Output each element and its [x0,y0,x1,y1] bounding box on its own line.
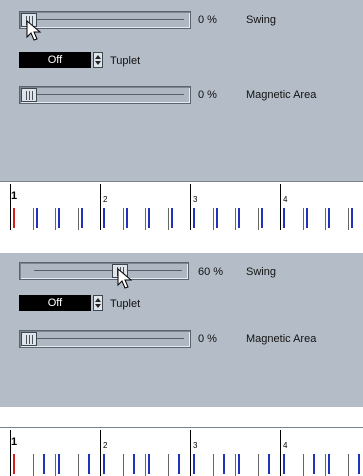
quantize-grid-point [283,208,285,228]
quantize-grid-point [351,208,353,228]
quantize-grid-point [328,454,330,474]
ruler-grid-svg [10,184,353,230]
swing-label: Swing [246,266,276,278]
swing-slider-track-line [34,270,182,271]
magnetic-area-slider-thumb[interactable] [21,332,37,346]
spin-up-icon[interactable] [95,55,101,59]
spin-down-icon[interactable] [95,61,101,65]
bar-number: 3 [193,441,198,450]
swing-percent: 0 % [198,14,217,26]
swing-percent: 60 % [198,266,224,278]
quantize-grid-point [171,208,173,228]
quantize-grid-point [88,454,90,474]
quantize-grid-point [306,208,308,228]
quantize-grid-point [103,454,105,474]
quantize-grid-point [103,208,105,228]
ruler-grid-svg [10,430,360,476]
quantize-panel-before: 0 % Swing Off Tuplet 0 % Magnetic Area [0,0,363,181]
magnetic-area-percent: 0 % [198,333,217,345]
mouse-pointer-icon [117,268,133,289]
quantize-grid-ruler-before: 1 2 3 4 [0,181,363,230]
quantize-grid-point [223,454,225,474]
spin-up-icon[interactable] [95,298,101,302]
quantize-grid-point [148,208,150,228]
tuplet-spinner[interactable] [93,52,103,68]
quantize-grid-point [193,208,195,228]
bar-number: 2 [103,195,108,204]
swing-slider[interactable] [19,11,191,29]
quantize-grid-point [313,454,315,474]
quantize-grid-point [148,454,150,474]
quantize-grid-point [193,454,195,474]
bar-number: 1 [11,190,18,202]
quantize-grid-point [36,208,38,228]
quantize-grid-point [43,454,45,474]
swing-slider-track-line [34,19,184,20]
quantize-grid-point [58,454,60,474]
quantize-panel-after: 60 % Swing Off Tuplet 0 % Magnetic Area [0,253,363,407]
tuplet-spinner[interactable] [93,295,103,311]
tuplet-select[interactable]: Off [19,295,91,311]
tuplet-label: Tuplet [110,298,141,310]
bar-number: 1 [11,436,18,448]
spin-down-icon[interactable] [95,304,101,308]
bar-number: 2 [103,441,108,450]
magnetic-area-slider-thumb[interactable] [21,88,37,102]
quantize-grid-point [268,454,270,474]
quantize-grid-point [126,208,128,228]
quantize-grid-point [216,208,218,228]
quantize-grid-point [238,208,240,228]
quantize-grid-point [81,208,83,228]
quantize-grid-point [178,454,180,474]
bar-number: 4 [283,441,288,450]
tuplet-label: Tuplet [110,55,141,67]
quantize-grid-point [283,454,285,474]
swing-slider[interactable] [19,262,189,280]
magnetic-area-slider[interactable] [19,330,191,348]
quantize-grid-point [358,454,360,474]
magnetic-slider-track-line [34,338,184,339]
magnetic-area-label: Magnetic Area [246,333,317,345]
quantize-grid-point [13,208,15,228]
quantize-grid-point [133,454,135,474]
swing-label: Swing [246,14,276,26]
bar-number: 3 [193,195,198,204]
quantize-grid-point [328,208,330,228]
quantize-grid-point [13,454,15,474]
quantize-grid-point [261,208,263,228]
magnetic-area-label: Magnetic Area [246,89,317,101]
bar-number: 4 [283,195,288,204]
magnetic-area-slider[interactable] [19,86,191,104]
magnetic-slider-track-line [34,94,184,95]
quantize-grid-point [58,208,60,228]
quantize-grid-point [238,454,240,474]
mouse-pointer-icon [26,20,42,41]
magnetic-area-percent: 0 % [198,89,217,101]
quantize-grid-ruler-after: 1 2 3 4 [0,427,363,476]
tuplet-select[interactable]: Off [19,52,91,68]
